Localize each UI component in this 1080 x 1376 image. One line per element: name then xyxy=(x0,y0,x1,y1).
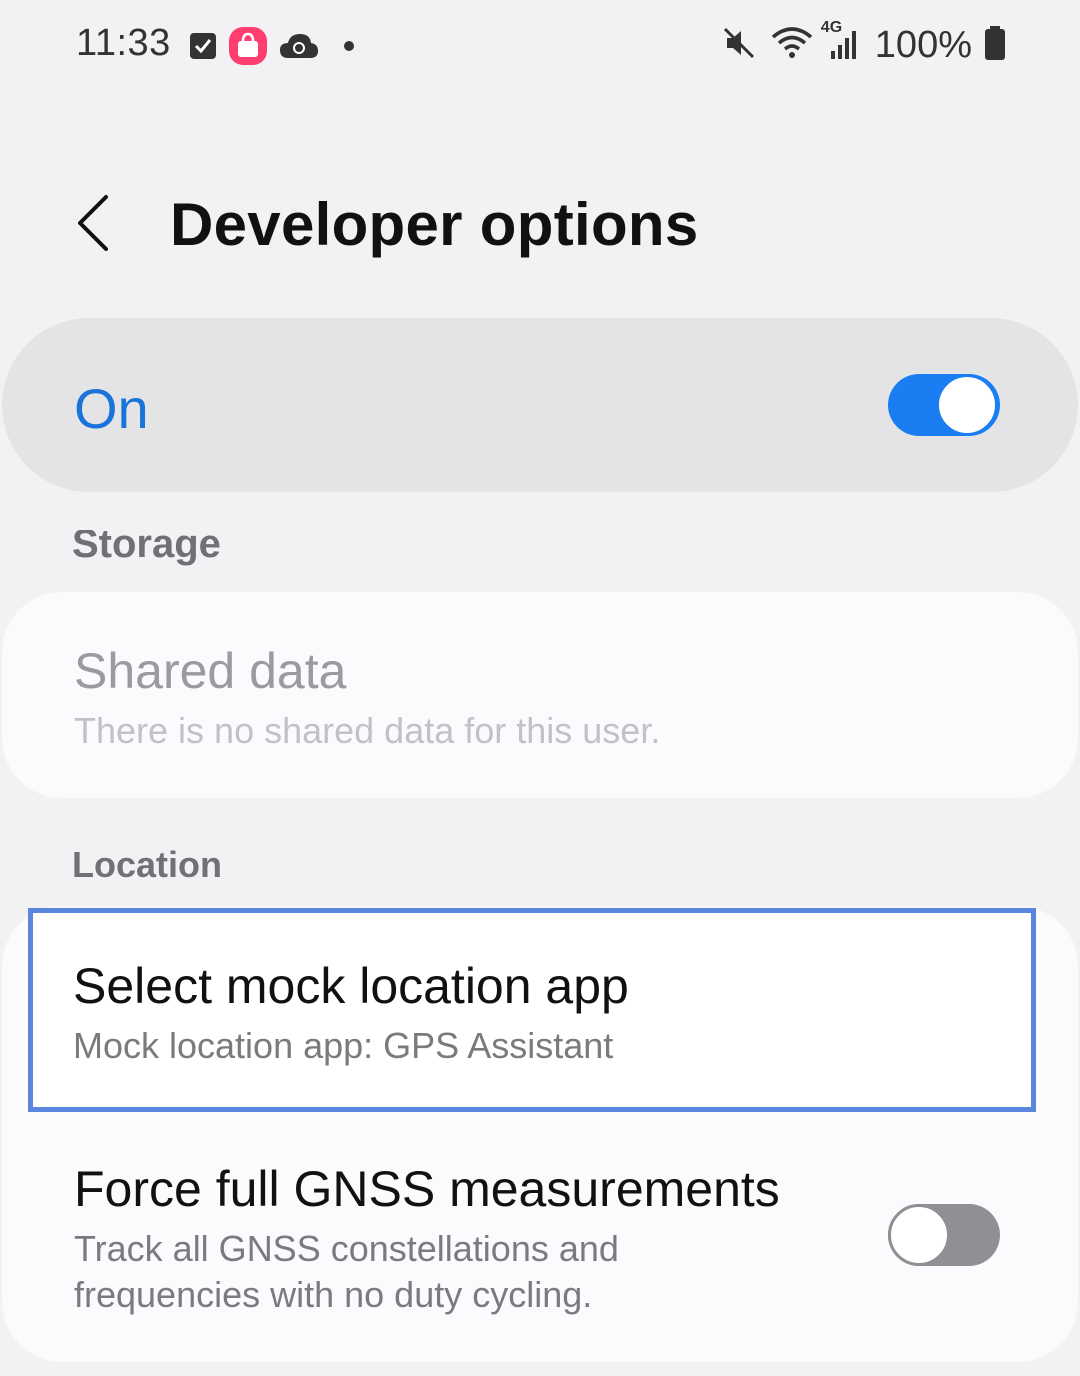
master-toggle[interactable] xyxy=(888,374,1000,436)
more-notifications-dot-icon xyxy=(342,39,356,58)
back-button[interactable] xyxy=(62,188,126,258)
battery-icon xyxy=(984,25,1006,66)
network-label: 4G xyxy=(820,19,843,36)
battery-percentage: 100% xyxy=(874,24,972,66)
checkbox-notification-icon xyxy=(188,31,218,66)
developer-options-master-switch[interactable]: On xyxy=(2,318,1078,492)
force-gnss-toggle[interactable] xyxy=(888,1204,1000,1266)
master-switch-label: On xyxy=(74,377,149,440)
select-mock-location-subtitle: Mock location app: GPS Assistant xyxy=(73,1025,614,1066)
force-gnss-subtitle-line2: frequencies with no duty cycling. xyxy=(74,1274,593,1315)
section-header-storage: Storage xyxy=(72,530,221,566)
force-gnss-measurements-item[interactable]: Force full GNSS measurements Track all G… xyxy=(2,1130,1078,1340)
notification-icons xyxy=(188,26,356,71)
status-time: 11:33 xyxy=(76,22,171,64)
app-bar: Developer options xyxy=(0,170,1080,280)
page-title: Developer options xyxy=(170,191,699,258)
section-header-location: Location xyxy=(72,844,222,885)
storage-card: Shared data There is no shared data for … xyxy=(2,592,1078,798)
status-bar: 11:33 4G 100% xyxy=(0,0,1080,96)
select-mock-location-app-item[interactable]: Select mock location app Mock location a… xyxy=(28,908,1036,1112)
shopping-app-icon xyxy=(228,26,268,71)
force-gnss-title: Force full GNSS measurements xyxy=(74,1161,780,1217)
shared-data-subtitle: There is no shared data for this user. xyxy=(74,710,661,751)
system-icons: 4G 100% xyxy=(721,19,1006,67)
force-gnss-subtitle-line1: Track all GNSS constellations and xyxy=(74,1228,619,1269)
cloud-sync-icon xyxy=(278,31,320,66)
chevron-left-icon xyxy=(78,195,108,251)
toggle-knob xyxy=(888,1204,950,1266)
mute-icon xyxy=(721,25,757,66)
network-4g-icon: 4G xyxy=(821,19,863,66)
shared-data-title: Shared data xyxy=(74,643,347,699)
select-mock-location-title: Select mock location app xyxy=(73,958,629,1014)
wifi-icon xyxy=(769,25,815,66)
toggle-knob xyxy=(936,374,998,436)
